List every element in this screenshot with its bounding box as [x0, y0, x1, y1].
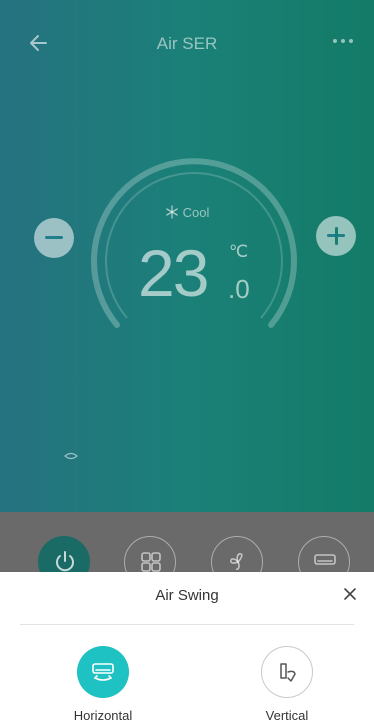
page-title: Air SER [156, 34, 218, 53]
vertical-swing-option[interactable]: Vertical [232, 646, 342, 723]
swing-status-icon [64, 452, 78, 460]
decrease-temp-button[interactable] [34, 218, 74, 258]
close-icon[interactable] [342, 586, 358, 602]
mode-label: Cool [182, 205, 210, 220]
vertical-label: Vertical [265, 708, 309, 723]
temperature-integer: 23 [138, 236, 209, 310]
air-swing-sheet: Air Swing Horizontal Vertical [0, 572, 374, 723]
horizontal-swing-icon [92, 663, 114, 681]
temperature-unit: ℃ [229, 242, 249, 261]
temperature-decimal: .0 [228, 274, 250, 304]
vertical-swing-icon [280, 663, 296, 682]
more-dots-icon[interactable] [330, 34, 356, 48]
top-bar: Air SER [0, 0, 374, 88]
horizontal-swing-bubble [77, 646, 129, 698]
snowflake-icon [165, 205, 178, 219]
sheet-title: Air Swing [155, 587, 219, 604]
divider [20, 624, 354, 625]
horizontal-swing-option[interactable]: Horizontal [48, 646, 158, 723]
horizontal-label: Horizontal [73, 708, 133, 723]
increase-temp-button[interactable] [316, 216, 356, 256]
vertical-swing-bubble [261, 646, 313, 698]
temperature-readout: 23 ℃ .0 [138, 236, 250, 310]
